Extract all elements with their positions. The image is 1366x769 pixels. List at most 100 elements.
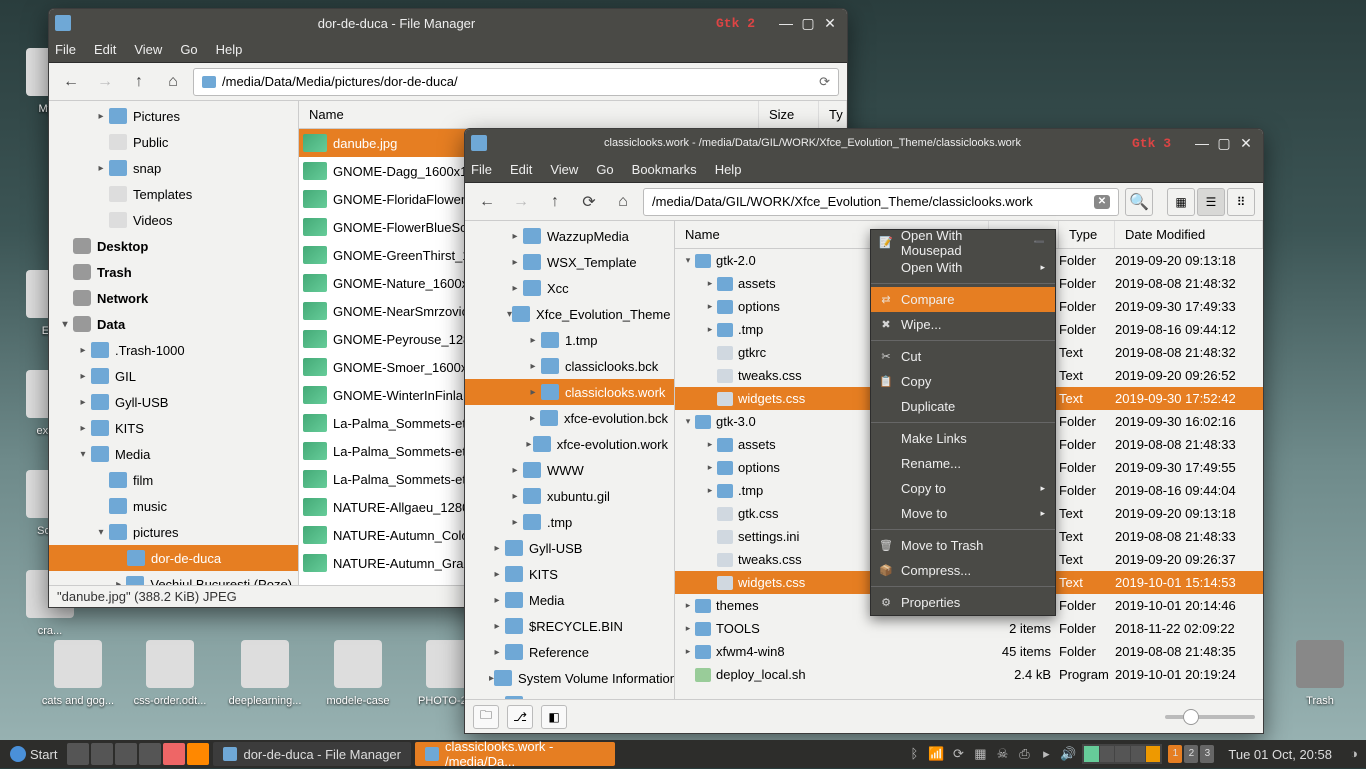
titlebar[interactable]: dor-de-duca - File Manager Gtk 2 — ▢ ✕ xyxy=(49,9,847,37)
tree-item[interactable]: Public xyxy=(49,129,298,155)
bookmark-mode-button[interactable]: ◧ xyxy=(541,705,567,729)
menu-item[interactable]: ⇄Compare xyxy=(871,287,1055,312)
expand-icon[interactable]: ▸ xyxy=(75,345,91,356)
col-name[interactable]: Name xyxy=(299,101,759,128)
view-icons-button[interactable]: ▦ xyxy=(1167,188,1195,216)
expand-icon[interactable]: ▸ xyxy=(489,543,505,554)
tree-item[interactable]: ▸Reference xyxy=(465,639,674,665)
titlebar[interactable]: classiclooks.work - /media/Data/GIL/WORK… xyxy=(465,129,1263,157)
skull-icon[interactable]: ☠ xyxy=(994,746,1010,762)
tree-sidebar[interactable]: ▸WazzupMedia▸WSX_Template▸Xcc▾Xfce_Evolu… xyxy=(465,221,675,699)
tree-item[interactable]: ▸classiclooks.work xyxy=(465,379,674,405)
menu-bookmarks[interactable]: Bookmarks xyxy=(632,162,697,177)
expand-icon[interactable]: ▸ xyxy=(507,491,523,502)
ql-grid-icon[interactable] xyxy=(67,743,89,765)
tree-item[interactable]: ▸WazzupMedia xyxy=(465,223,674,249)
expand-icon[interactable]: ▸ xyxy=(681,623,695,634)
zoom-slider[interactable] xyxy=(1165,715,1255,719)
expand-icon[interactable]: ▸ xyxy=(703,301,717,312)
tree-item[interactable]: Desktop xyxy=(49,233,298,259)
tree-item[interactable]: ▸WWW xyxy=(465,457,674,483)
reload-icon[interactable]: ⟳ xyxy=(819,74,830,90)
menu-go[interactable]: Go xyxy=(180,42,197,57)
path-input[interactable]: /media/Data/GIL/WORK/Xfce_Evolution_Them… xyxy=(643,188,1119,216)
folder-mode-button[interactable]: 🗀 xyxy=(473,705,499,729)
expand-icon[interactable]: ▸ xyxy=(525,439,533,450)
tree-mode-button[interactable]: ⎇ xyxy=(507,705,533,729)
expand-icon[interactable]: ▸ xyxy=(489,621,505,632)
expand-icon[interactable]: ▸ xyxy=(75,371,91,382)
tree-item[interactable]: ▾Media xyxy=(49,441,298,467)
task-button[interactable]: classiclooks.work - /media/Da... xyxy=(415,742,615,766)
col-type[interactable]: Type xyxy=(1059,221,1115,248)
tree-item[interactable]: ▸KITS xyxy=(465,561,674,587)
tree-item[interactable]: ▸.tmp xyxy=(465,509,674,535)
tree-item[interactable]: ▸xubuntu.gil xyxy=(465,483,674,509)
expand-icon[interactable]: ▸ xyxy=(507,517,523,528)
workspace-pager[interactable]: 1 2 3 xyxy=(1168,745,1214,763)
back-button[interactable]: ← xyxy=(473,188,501,216)
wifi-icon[interactable]: 📶 xyxy=(928,746,944,762)
printer-icon[interactable]: ⎙ xyxy=(1016,746,1032,762)
tree-item[interactable]: ▾Xfce_Evolution_Theme xyxy=(465,301,674,327)
tree-item[interactable]: ▸Media xyxy=(465,587,674,613)
expand-icon[interactable]: ▸ xyxy=(489,647,505,658)
menu-item[interactable]: Copy to▸ xyxy=(871,476,1055,501)
close-button[interactable]: ✕ xyxy=(1235,134,1257,152)
maximize-button[interactable]: ▢ xyxy=(1213,134,1235,152)
menu-item[interactable]: Move to▸ xyxy=(871,501,1055,526)
up-button[interactable]: ↑ xyxy=(541,188,569,216)
tree-item[interactable]: ▸.Trash-1000 xyxy=(49,337,298,363)
tree-item[interactable]: ▸$RECYCLE.BIN xyxy=(465,613,674,639)
expand-icon[interactable]: ▸ xyxy=(703,324,717,335)
expand-icon[interactable]: ▾ xyxy=(681,255,695,266)
menu-item[interactable]: ✖Wipe... xyxy=(871,312,1055,337)
expand-icon[interactable]: ▸ xyxy=(507,283,523,294)
tree-item[interactable]: ▸xfce-evolution.bck xyxy=(465,405,674,431)
tree-item[interactable]: Videos xyxy=(49,207,298,233)
menu-item[interactable]: Duplicate xyxy=(871,394,1055,419)
expand-icon[interactable]: ▾ xyxy=(681,416,695,427)
tree-item[interactable]: ▸classiclooks.bck xyxy=(465,353,674,379)
menu-item[interactable]: 📦Compress... xyxy=(871,558,1055,583)
menu-item[interactable]: ✂Cut xyxy=(871,344,1055,369)
tree-item[interactable]: ▸Gyll-USB xyxy=(49,389,298,415)
menu-help[interactable]: Help xyxy=(216,42,243,57)
tree-item[interactable]: ▸System Volume Information xyxy=(465,665,674,691)
tree-item[interactable]: dor-de-duca xyxy=(49,545,298,571)
sync-icon[interactable]: ⟳ xyxy=(950,746,966,762)
detail-row[interactable]: ▸xfwm4-win845 itemsFolder2019-08-08 21:4… xyxy=(675,640,1263,663)
menu-go[interactable]: Go xyxy=(596,162,613,177)
reload-button[interactable]: ⟳ xyxy=(575,188,603,216)
detail-row[interactable]: ▸TOOLS2 itemsFolder2018-11-22 02:09:22 xyxy=(675,617,1263,640)
minimize-button[interactable]: — xyxy=(775,14,797,32)
tree-sidebar[interactable]: ▸PicturesPublic▸snapTemplatesVideosDeskt… xyxy=(49,101,299,585)
forward-button[interactable]: → xyxy=(91,68,119,96)
ql-browser-icon[interactable] xyxy=(163,743,185,765)
tree-item[interactable]: ▸KITS xyxy=(49,415,298,441)
expand-icon[interactable]: ▸ xyxy=(525,387,541,398)
menu-item[interactable]: 📋Copy xyxy=(871,369,1055,394)
expand-icon[interactable]: ▸ xyxy=(489,595,505,606)
menu-file[interactable]: File xyxy=(471,162,492,177)
expand-icon[interactable]: ▸ xyxy=(703,439,717,450)
chip-icon[interactable]: ▦ xyxy=(972,746,988,762)
up-button[interactable]: ↑ xyxy=(125,68,153,96)
desktop-trash[interactable]: Trash xyxy=(1280,640,1360,707)
tree-item[interactable]: ▸Vechiul Bucuresti (Poze) xyxy=(49,571,298,585)
menu-help[interactable]: Help xyxy=(715,162,742,177)
expand-icon[interactable]: ▸ xyxy=(525,335,541,346)
tree-item[interactable]: film xyxy=(49,467,298,493)
minimize-button[interactable]: — xyxy=(1191,134,1213,152)
cpu-meter[interactable] xyxy=(1082,744,1162,764)
path-input[interactable]: /media/Data/Media/pictures/dor-de-duca/ … xyxy=(193,68,839,96)
ql-terminal-icon[interactable] xyxy=(115,743,137,765)
back-button[interactable]: ← xyxy=(57,68,85,96)
expand-icon[interactable]: ▸ xyxy=(507,465,523,476)
menu-edit[interactable]: Edit xyxy=(510,162,532,177)
tree-item[interactable]: Templates xyxy=(49,181,298,207)
volume-icon[interactable]: 🔊 xyxy=(1060,746,1076,762)
expand-icon[interactable]: ▸ xyxy=(681,600,695,611)
tree-item[interactable]: Network xyxy=(49,285,298,311)
clock[interactable]: Tue 01 Oct, 20:58 xyxy=(1220,747,1340,762)
